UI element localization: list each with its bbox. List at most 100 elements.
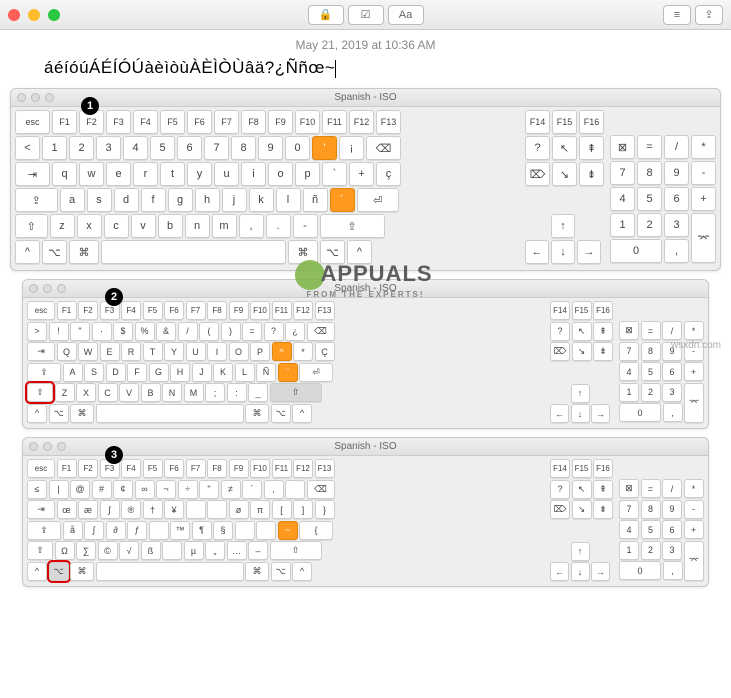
key[interactable]: „ [205, 541, 225, 560]
function-key[interactable]: F15 [572, 459, 592, 478]
nav-key[interactable]: ⇟ [593, 342, 613, 361]
tab-key[interactable]: ⇥ [27, 342, 55, 361]
numpad-key[interactable]: 7 [610, 161, 635, 185]
numpad-key[interactable]: 4 [610, 187, 635, 211]
key[interactable]: ^ [272, 342, 292, 361]
numpad-key[interactable]: 5 [641, 520, 661, 539]
esc-key[interactable]: esc [27, 459, 55, 478]
key[interactable]: 6 [177, 136, 202, 160]
key[interactable]: ´ [242, 480, 262, 499]
function-key[interactable]: F13 [315, 459, 335, 478]
function-key[interactable]: F14 [525, 110, 550, 134]
function-key[interactable]: F7 [214, 110, 239, 134]
key[interactable]: µ [184, 541, 204, 560]
key[interactable]: u [214, 162, 239, 186]
key[interactable]: ` [322, 162, 347, 186]
numpad-key[interactable]: 0 [619, 561, 661, 580]
numpad-key[interactable]: 9 [662, 500, 682, 519]
nav-key[interactable]: ↘ [572, 500, 592, 519]
key[interactable]: ¨ [278, 363, 298, 382]
key[interactable]: " [70, 322, 90, 341]
numpad-key[interactable]: 3 [662, 383, 682, 402]
numpad-key[interactable]: 3 [662, 541, 682, 560]
enter-key[interactable]: ⏎ [357, 188, 400, 212]
numpad-enter-key[interactable]: ⌤ [684, 383, 704, 423]
key[interactable]: # [92, 480, 112, 499]
key[interactable] [285, 480, 305, 499]
control-key[interactable]: ^ [27, 562, 47, 581]
tab-key[interactable]: ⇥ [27, 500, 55, 519]
key[interactable] [235, 521, 255, 540]
numpad-key[interactable]: = [637, 135, 662, 159]
numpad-key[interactable]: , [663, 561, 683, 580]
key[interactable]: Ω [55, 541, 75, 560]
nav-key[interactable]: ⇞ [579, 136, 604, 160]
numpad-key[interactable]: 5 [637, 187, 662, 211]
numpad-key[interactable]: * [691, 135, 716, 159]
key[interactable]: % [135, 322, 155, 341]
control-key[interactable]: ^ [292, 562, 312, 581]
nav-key[interactable]: ? [550, 480, 570, 499]
space-key[interactable] [96, 404, 244, 423]
key[interactable]: å [63, 521, 83, 540]
nav-key[interactable]: ? [525, 136, 550, 160]
key[interactable]: _ [248, 383, 268, 402]
function-key[interactable]: F9 [229, 301, 249, 320]
lock-button[interactable]: 🔒 [308, 5, 344, 25]
key[interactable]: o [268, 162, 293, 186]
numpad-key[interactable]: = [641, 321, 661, 340]
key[interactable]: r [133, 162, 158, 186]
command-key[interactable]: ⌘ [245, 404, 269, 423]
numpad-key[interactable]: , [664, 239, 689, 263]
backspace-key[interactable]: ⌫ [307, 480, 335, 499]
key[interactable]: : [227, 383, 247, 402]
arrow-down-key[interactable]: ↓ [551, 240, 575, 264]
numpad-key[interactable]: * [684, 479, 704, 498]
option-key[interactable]: ⌥ [320, 240, 345, 264]
minimize-icon[interactable] [28, 9, 40, 21]
numpad-key[interactable]: 4 [619, 362, 639, 381]
numpad-key[interactable]: ⊠ [619, 479, 639, 498]
key[interactable] [186, 500, 206, 519]
function-key[interactable]: F6 [164, 301, 184, 320]
numpad-key[interactable]: * [684, 321, 704, 340]
key[interactable]: Ç [315, 342, 335, 361]
function-key[interactable]: F5 [160, 110, 185, 134]
function-key[interactable]: F12 [293, 459, 313, 478]
nav-key[interactable]: ⇞ [593, 322, 613, 341]
key[interactable]: ¡ [339, 136, 364, 160]
numpad-key[interactable]: 6 [662, 520, 682, 539]
function-key[interactable]: F10 [250, 459, 270, 478]
key[interactable]: * [293, 342, 313, 361]
space-key[interactable] [96, 562, 244, 581]
option-key[interactable]: ⌥ [49, 562, 69, 581]
key[interactable]: [ [272, 500, 292, 519]
arrow-up-key[interactable]: ↑ [571, 542, 590, 561]
key[interactable]: … [227, 541, 247, 560]
key[interactable]: E [100, 342, 120, 361]
numpad-key[interactable]: 2 [641, 541, 661, 560]
numpad-key[interactable]: 8 [641, 342, 661, 361]
key[interactable]: L [235, 363, 255, 382]
key[interactable]: | [49, 480, 69, 499]
key[interactable]: , [239, 214, 264, 238]
key[interactable]: ∑ [76, 541, 96, 560]
key[interactable]: Z [55, 383, 75, 402]
key[interactable]: ´ [330, 188, 355, 212]
key[interactable]: & [156, 322, 176, 341]
key[interactable] [149, 521, 169, 540]
key[interactable]: ' [312, 136, 337, 160]
numpad-enter-key[interactable]: ⌤ [691, 213, 716, 263]
key[interactable]: ¢ [113, 480, 133, 499]
key[interactable]: 9 [258, 136, 283, 160]
key[interactable]: Ñ [256, 363, 276, 382]
esc-key[interactable]: esc [15, 110, 50, 134]
function-key[interactable]: F12 [349, 110, 374, 134]
key[interactable]: 3 [96, 136, 121, 160]
numpad-key[interactable]: , [663, 403, 683, 422]
key[interactable]: U [186, 342, 206, 361]
key[interactable]: b [158, 214, 183, 238]
numpad-key[interactable]: 4 [619, 520, 639, 539]
key[interactable]: ƒ [127, 521, 147, 540]
numpad-key[interactable]: / [662, 321, 682, 340]
